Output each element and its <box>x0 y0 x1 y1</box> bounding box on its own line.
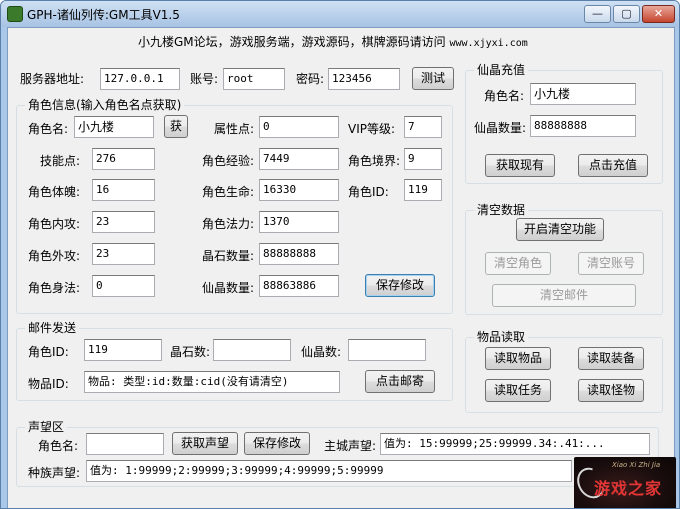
mp-label: 角色法力: <box>202 217 255 231</box>
clear-mail-button[interactable]: 清空邮件 <box>492 284 636 307</box>
read-item-button[interactable]: 读取物品 <box>485 347 551 370</box>
role-id-label: 角色ID: <box>348 185 389 199</box>
banner-text: 小九楼GM论坛，游戏服务端，游戏源码，棋牌源码请访问 <box>138 35 446 49</box>
app-window: GPH-诸仙列传:GM工具V1.5 — ▢ ✕ 小九楼GM论坛，游戏服务端，游戏… <box>0 0 680 509</box>
vip-label: VIP等级: <box>348 122 396 136</box>
get-reputation-button[interactable]: 获取声望 <box>172 432 238 455</box>
window-title: GPH-诸仙列传:GM工具V1.5 <box>27 8 180 22</box>
save-role-button[interactable]: 保存修改 <box>365 274 435 297</box>
test-button[interactable]: 测试 <box>412 67 454 90</box>
rep-name-input[interactable] <box>86 433 164 455</box>
logo-text: 游戏之家 <box>594 479 663 498</box>
item-read-title: 物品读取 <box>474 329 529 345</box>
mail-title: 邮件发送 <box>25 320 80 336</box>
server-addr-label: 服务器地址: <box>20 72 85 86</box>
city-rep-label: 主城声望: <box>324 439 377 453</box>
minimize-button[interactable]: — <box>584 5 611 23</box>
mail-crystal-label: 仙晶数: <box>301 345 342 359</box>
recharge-amount-label: 仙晶数量: <box>474 121 527 135</box>
mail-id-label: 角色ID: <box>28 345 69 359</box>
attr-label: 属性点: <box>214 122 255 136</box>
outatk-input[interactable]: 23 <box>92 243 155 265</box>
role-name-input[interactable]: 小九楼 <box>74 116 154 138</box>
crystal-input[interactable]: 88863886 <box>259 275 339 297</box>
role-name-label: 角色名: <box>28 122 69 136</box>
race-rep-input[interactable]: 值为: 1:99999;2:99999;3:99999;4:99999;5:99… <box>86 460 572 482</box>
realm-label: 角色境界: <box>348 154 401 168</box>
account-label: 账号: <box>190 72 219 86</box>
recharge-button[interactable]: 点击充值 <box>578 154 648 177</box>
title-bar[interactable]: GPH-诸仙列传:GM工具V1.5 — ▢ ✕ <box>1 1 679 27</box>
reputation-title: 声望区 <box>25 419 68 435</box>
read-task-button[interactable]: 读取任务 <box>485 379 551 402</box>
enable-clear-button[interactable]: 开启清空功能 <box>516 218 604 241</box>
server-addr-input[interactable]: 127.0.0.1 <box>100 68 180 90</box>
banner-url: www.xjyxi.com <box>449 38 528 49</box>
send-mail-button[interactable]: 点击邮寄 <box>365 370 435 393</box>
skill-label: 技能点: <box>40 154 81 168</box>
recharge-name-label: 角色名: <box>484 89 525 103</box>
mail-gem-label: 晶石数: <box>170 345 211 359</box>
account-input[interactable]: root <box>223 68 285 90</box>
app-icon <box>7 6 23 22</box>
rep-name-label: 角色名: <box>38 439 79 453</box>
realm-input[interactable]: 9 <box>404 148 442 170</box>
body-label: 角色身法: <box>28 281 81 295</box>
banner: 小九楼GM论坛，游戏服务端，游戏源码，棋牌源码请访问 www.xjyxi.com <box>138 33 528 50</box>
skill-input[interactable]: 276 <box>92 148 155 170</box>
crystal-label: 仙晶数量: <box>202 281 255 295</box>
save-reputation-button[interactable]: 保存修改 <box>244 432 310 455</box>
read-monster-button[interactable]: 读取怪物 <box>578 379 644 402</box>
exp-label: 角色经验: <box>202 154 255 168</box>
clear-data-title: 清空数据 <box>474 202 529 218</box>
recharge-title: 仙晶充值 <box>474 62 529 78</box>
gem-input[interactable]: 88888888 <box>259 243 339 265</box>
logo-subtitle: Xiao Xi Zhi Jia <box>612 461 661 469</box>
body-input[interactable]: 0 <box>92 275 155 297</box>
gem-label: 晶石数量: <box>202 249 255 263</box>
exp-input[interactable]: 7449 <box>259 148 339 170</box>
clear-role-button[interactable]: 清空角色 <box>485 252 551 275</box>
mail-gem-input[interactable] <box>213 339 291 361</box>
mail-item-input[interactable]: 物品: 类型:id:数量:cid(没有请清空) <box>84 371 340 393</box>
hp-label: 角色生命: <box>202 185 255 199</box>
role-info-title: 角色信息(输入角色名点获取) <box>25 97 185 113</box>
role-id-input[interactable]: 119 <box>404 179 442 201</box>
race-rep-label: 种族声望: <box>28 466 81 480</box>
get-role-button[interactable]: 获 <box>164 115 188 138</box>
recharge-name-input[interactable]: 小九楼 <box>530 83 636 105</box>
hp-input[interactable]: 16330 <box>259 179 339 201</box>
close-button[interactable]: ✕ <box>642 5 675 23</box>
site-logo: Xiao Xi Zhi Jia 游戏之家 <box>574 457 676 508</box>
read-equip-button[interactable]: 读取装备 <box>578 347 644 370</box>
inatk-label: 角色内攻: <box>28 217 81 231</box>
attr-input[interactable]: 0 <box>259 116 339 138</box>
mp-input[interactable]: 1370 <box>259 211 339 233</box>
outatk-label: 角色外攻: <box>28 249 81 263</box>
mail-crystal-input[interactable] <box>348 339 426 361</box>
clear-account-button[interactable]: 清空账号 <box>578 252 644 275</box>
client-area: 小九楼GM论坛，游戏服务端，游戏源码，棋牌源码请访问 www.xjyxi.com… <box>7 27 676 508</box>
con-input[interactable]: 16 <box>92 179 155 201</box>
vip-input[interactable]: 7 <box>404 116 442 138</box>
inatk-input[interactable]: 23 <box>92 211 155 233</box>
maximize-button[interactable]: ▢ <box>613 5 640 23</box>
password-label: 密码: <box>296 72 325 86</box>
city-rep-input[interactable]: 值为: 15:99999;25:99999.34:.41:... <box>380 433 650 455</box>
mail-id-input[interactable]: 119 <box>84 339 162 361</box>
get-current-button[interactable]: 获取现有 <box>485 154 555 177</box>
password-input[interactable]: 123456 <box>328 68 400 90</box>
con-label: 角色体魄: <box>28 185 81 199</box>
mail-item-label: 物品ID: <box>28 377 69 391</box>
recharge-amount-input[interactable]: 88888888 <box>530 115 636 137</box>
